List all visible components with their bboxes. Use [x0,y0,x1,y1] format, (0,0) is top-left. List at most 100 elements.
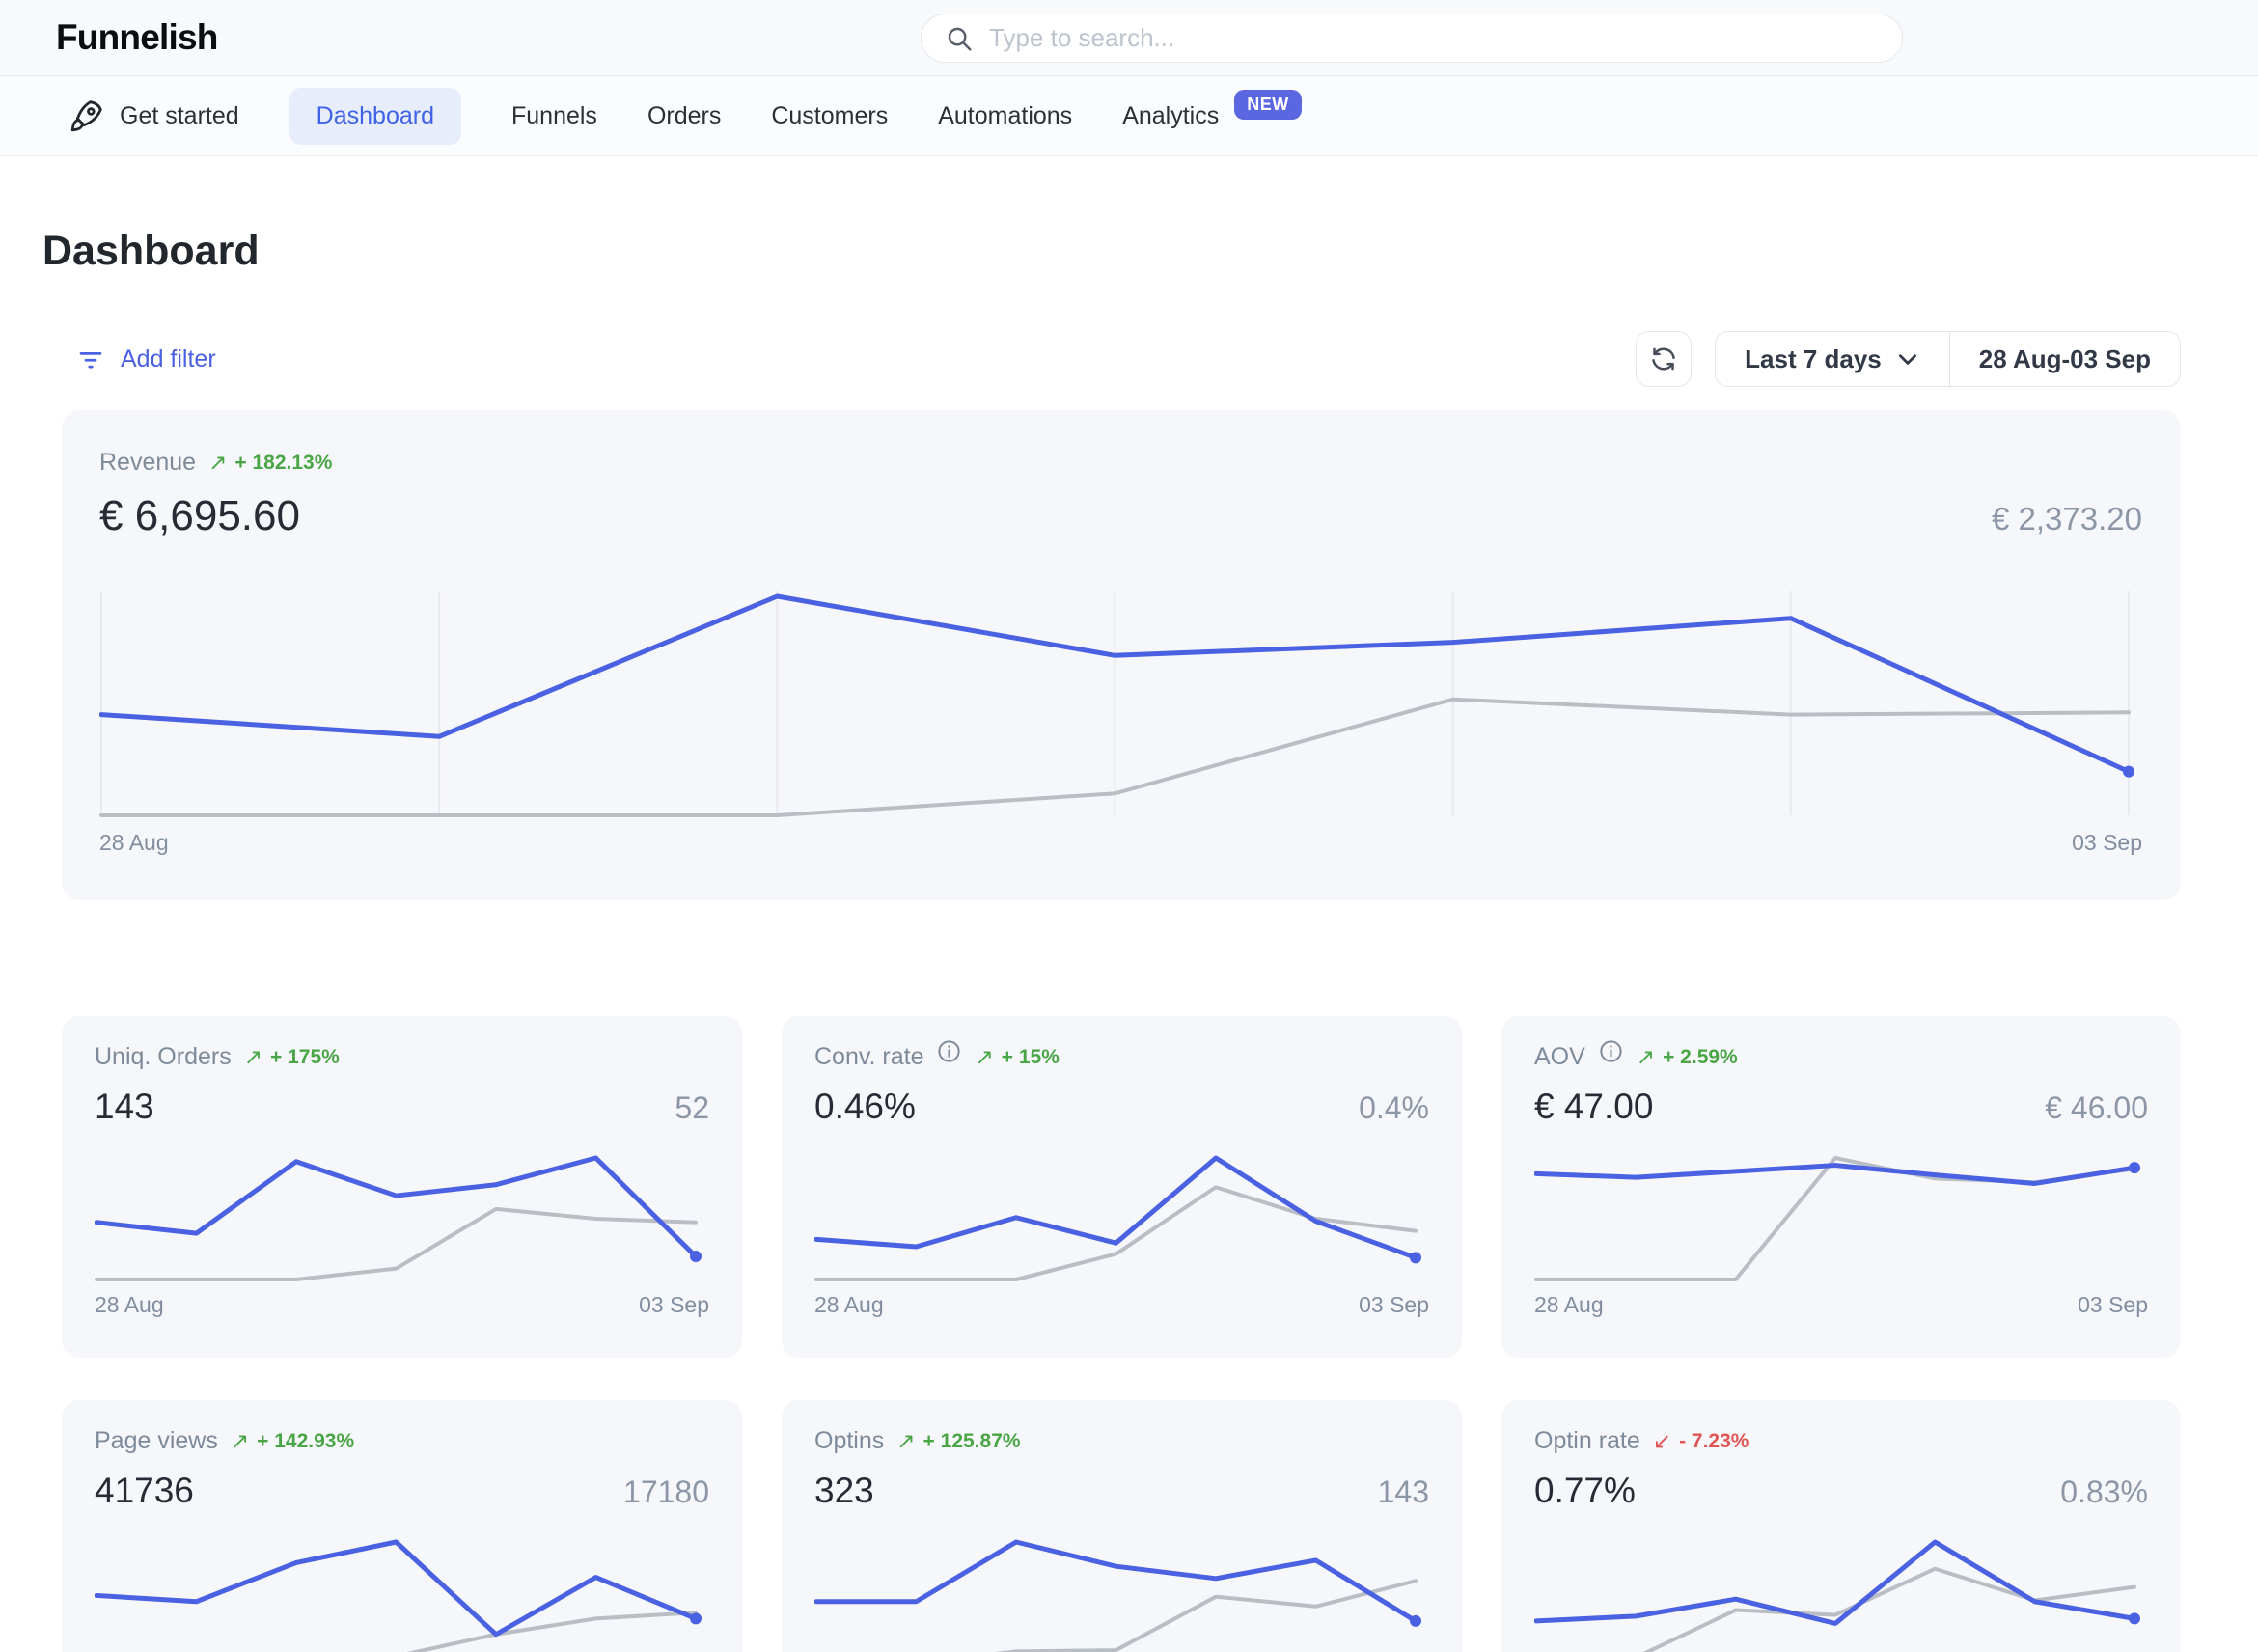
metric-compare-value: 143 [1378,1474,1429,1510]
trend-badge: ↙ - 7.23% [1653,1428,1749,1454]
trend-up-icon: ↗ [1637,1044,1655,1070]
trend-up-icon: ↗ [231,1428,249,1454]
revenue-card: Revenue ↗ + 182.13% € 6,695.60 € 2,373.2… [62,410,2181,900]
metric-label: Conv. rate [814,1043,923,1071]
trend-badge: ↗ + 142.93% [231,1428,354,1454]
revenue-chart [99,589,2142,818]
global-search[interactable] [921,14,1903,63]
metric-chart [1534,1534,2148,1652]
metric-value: 0.46% [814,1087,916,1127]
metric-label: Uniq. Orders [95,1043,232,1071]
nav-item-automations[interactable]: Automations [938,102,1072,130]
metric-compare-value: € 46.00 [2045,1090,2148,1126]
refresh-button[interactable] [1636,331,1692,387]
search-input[interactable] [989,23,1879,53]
metric-compare-value: 17180 [623,1474,709,1510]
metric-chart [1534,1150,2148,1282]
metric-chart [95,1534,709,1652]
metric-label: Revenue [99,449,196,477]
nav-item-analytics[interactable]: Analytics NEW [1122,101,1302,131]
range-preset-dropdown[interactable]: Last 7 days [1716,332,1949,386]
top-header: Funnelish [0,0,2258,76]
filter-icon [76,344,105,373]
chevron-down-icon [1895,346,1920,372]
axis-start-label: 28 Aug [1534,1292,1604,1318]
trend-value: + 182.13% [234,452,332,475]
metric-value: 41736 [95,1471,194,1511]
metric-chart [814,1150,1429,1282]
main-nav: Get started Dashboard Funnels Orders Cus… [0,76,2258,156]
nav-item-get-started[interactable]: Get started [68,96,239,135]
metric-value: € 6,695.60 [99,492,300,540]
add-filter-label: Add filter [121,345,216,373]
trend-value: + 15% [1002,1046,1060,1069]
trend-up-icon: ↗ [244,1044,262,1070]
info-icon[interactable] [936,1038,962,1064]
metric-label: Optins [814,1427,884,1455]
range-dates-button[interactable]: 28 Aug-03 Sep [1950,332,2180,386]
nav-item-label: Analytics [1122,102,1219,130]
axis-start-label: 28 Aug [99,830,169,856]
trend-value: + 142.93% [257,1430,354,1453]
metric-label: AOV [1534,1043,1585,1071]
metric-chart [95,1150,709,1282]
trend-badge: ↗ + 175% [244,1044,340,1070]
nav-item-customers[interactable]: Customers [771,102,888,130]
metric-value: € 47.00 [1534,1087,1653,1127]
axis-end-label: 03 Sep [639,1292,709,1318]
uniq-orders-card: Uniq. Orders ↗ + 175% 143 52 28 Aug 03 S… [62,1016,742,1358]
trend-value: - 7.23% [1679,1430,1749,1453]
refresh-icon [1649,344,1678,373]
nav-item-label: Orders [647,102,721,130]
nav-item-label: Dashboard [317,102,434,130]
metric-value: 143 [95,1087,154,1127]
trend-up-icon: ↗ [208,450,227,476]
nav-item-label: Automations [938,102,1072,130]
nav-item-funnels[interactable]: Funnels [511,102,597,130]
conv-rate-card: Conv. rate ↗ + 15% 0.46% 0.4% 28 Aug 03 … [782,1016,1462,1358]
info-icon[interactable] [1598,1038,1624,1064]
metric-compare-value: € 2,373.20 [1992,501,2142,537]
add-filter-button[interactable]: Add filter [76,344,216,373]
metric-value: 323 [814,1471,874,1511]
app-logo: Funnelish [56,17,218,58]
trend-value: + 125.87% [923,1430,1021,1453]
trend-value: + 2.59% [1663,1046,1738,1069]
metric-compare-value: 52 [675,1090,709,1126]
aov-card: AOV ↗ + 2.59% € 47.00 € 46.00 28 Aug 03 … [1501,1016,2181,1358]
nav-item-label: Customers [771,102,888,130]
metric-compare-value: 0.4% [1359,1090,1429,1126]
trend-up-icon: ↗ [896,1428,915,1454]
date-range-control: Last 7 days 28 Aug-03 Sep [1715,331,2181,387]
axis-start-label: 28 Aug [814,1292,884,1318]
range-dates-label: 28 Aug-03 Sep [1979,344,2151,374]
metric-value: 0.77% [1534,1471,1636,1511]
trend-badge: ↗ + 2.59% [1637,1044,1738,1070]
trend-down-icon: ↙ [1653,1428,1671,1454]
trend-up-icon: ↗ [975,1044,993,1070]
trend-badge: ↗ + 125.87% [896,1428,1020,1454]
optins-card: Optins ↗ + 125.87% 323 143 28 Aug 03 Sep [782,1400,1462,1652]
metric-label: Optin rate [1534,1427,1640,1455]
nav-item-orders[interactable]: Orders [647,102,721,130]
rocket-icon [68,96,106,135]
trend-badge: ↗ + 15% [975,1044,1059,1070]
toolbar: Add filter Last 7 days 28 Aug-03 Sep [0,331,2258,387]
trend-value: + 175% [270,1046,340,1069]
nav-item-label: Get started [120,102,239,130]
axis-end-label: 03 Sep [1359,1292,1429,1318]
range-preset-label: Last 7 days [1745,344,1882,374]
axis-end-label: 03 Sep [2072,830,2142,856]
metric-label: Page views [95,1427,218,1455]
new-badge: NEW [1234,90,1302,120]
metric-cards-grid: Uniq. Orders ↗ + 175% 143 52 28 Aug 03 S… [62,1016,2181,1652]
axis-end-label: 03 Sep [2078,1292,2148,1318]
metric-chart [814,1534,1429,1652]
cards-area: Revenue ↗ + 182.13% € 6,695.60 € 2,373.2… [62,410,2181,1652]
nav-item-label: Funnels [511,102,597,130]
trend-badge: ↗ + 182.13% [208,450,332,476]
page-title: Dashboard [42,228,2258,275]
search-icon [945,24,974,53]
nav-item-dashboard[interactable]: Dashboard [289,88,461,145]
page-views-card: Page views ↗ + 142.93% 41736 17180 28 Au… [62,1400,742,1652]
